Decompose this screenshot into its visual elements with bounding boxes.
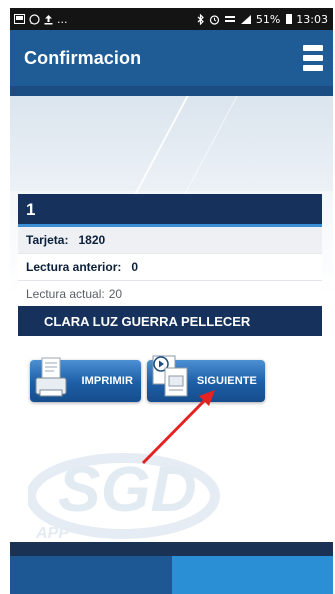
tarjeta-label: Tarjeta: [26, 233, 69, 247]
lectura-actual-row: Lectura actual: 20 [18, 281, 322, 308]
footer-tab-right[interactable] [172, 556, 333, 594]
footer-bar [10, 542, 333, 556]
footer-tab-left[interactable] [10, 556, 172, 594]
hero-banner [10, 96, 333, 191]
tarjeta-row: Tarjeta: 1820 [18, 227, 322, 254]
printer-icon [35, 357, 67, 397]
lte-icon [224, 15, 235, 22]
next-button-label: SIGUIENTE [196, 375, 257, 387]
app-bar-stripe [10, 86, 333, 96]
print-button[interactable]: IMPRIMIR [30, 357, 141, 402]
lectura-actual-value: 20 [108, 287, 123, 301]
annotation-arrow [141, 390, 215, 465]
bluetooth-icon [197, 13, 204, 25]
app-bar: Confirmacion [10, 30, 333, 86]
status-bar-left: ... [14, 13, 68, 26]
status-bar-right: 51% 13:03 [197, 13, 328, 26]
lectura-actual-label: Lectura actual: [26, 287, 105, 301]
upload-icon [44, 14, 53, 24]
whatsapp-icon [29, 13, 40, 25]
battery-percent: 51% [255, 12, 281, 26]
customer-name: CLARA LUZ GUERRA PELLECER [18, 306, 322, 336]
hamburger-menu-icon[interactable] [303, 45, 323, 71]
record-number-header: 1 [18, 194, 322, 224]
status-bar: ... 51% 13:03 [10, 8, 333, 30]
page-title: Confirmacion [24, 47, 142, 68]
alarm-icon [209, 14, 219, 25]
screenshot-icon [14, 14, 25, 24]
battery-icon [286, 14, 293, 24]
tarjeta-value: 1820 [78, 233, 106, 247]
lectura-anterior-label: Lectura anterior: [26, 260, 122, 274]
lectura-anterior-row: Lectura anterior: 0 [18, 254, 322, 281]
lectura-anterior-value: 0 [131, 260, 139, 274]
status-time: 13:03 [296, 12, 328, 26]
print-button-label: IMPRIMIR [81, 375, 133, 387]
signal-icon [240, 14, 251, 24]
svg-text:APP: APP [35, 525, 69, 542]
status-ellipsis: ... [57, 12, 68, 26]
